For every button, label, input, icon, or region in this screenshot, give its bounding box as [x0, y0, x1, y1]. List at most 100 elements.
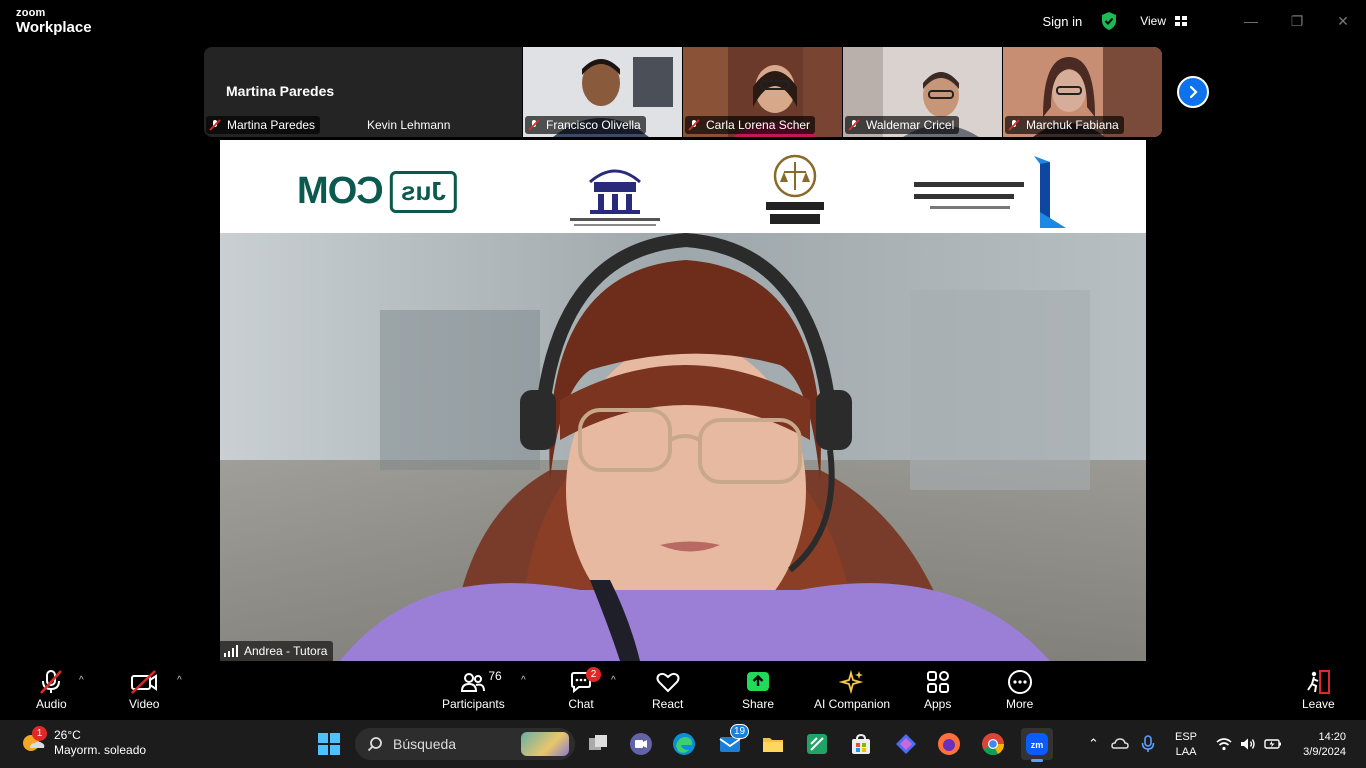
participant-tile-video[interactable]: Francisco Olivella [523, 47, 682, 137]
juscom-logo-com-text: COM [298, 170, 384, 212]
close-window-button[interactable]: ✕ [1320, 0, 1366, 42]
taskbar-app-mail[interactable]: 19 [714, 724, 750, 760]
temperature: 26°C [54, 728, 81, 742]
muted-mic-icon [209, 119, 221, 131]
taskbar-app-edge[interactable] [668, 728, 700, 760]
task-view-button[interactable] [582, 728, 614, 760]
meeting-toolbar: Audio ^ Video ^ 76 Participants ^ 2 Chat… [0, 661, 1366, 720]
input-language-indicator[interactable]: ESP LAA [1175, 730, 1197, 760]
taskbar-app-file-explorer[interactable] [757, 728, 789, 760]
clock-time: 14:20 [1318, 731, 1346, 743]
react-label: React [652, 697, 684, 711]
react-button[interactable]: React [652, 667, 683, 711]
muted-mic-icon [848, 119, 860, 131]
start-button[interactable] [313, 728, 345, 760]
gallery-grid-icon[interactable] [1174, 15, 1188, 27]
participant-tile-video[interactable]: Waldemar Cricel [843, 47, 1002, 137]
weather-widget[interactable]: 1 26°C Mayorm. soleado [20, 726, 147, 758]
windows-logo-icon [318, 733, 340, 755]
restore-button[interactable]: ❐ [1274, 0, 1320, 42]
chat-button[interactable]: 2 Chat [568, 667, 601, 711]
chat-options-chevron-icon[interactable]: ^ [611, 675, 616, 686]
zoom-workplace-logo: zoom Workplace [16, 8, 92, 36]
participant-name: Carla Lorena Scher [706, 118, 811, 132]
audio-label: Audio [36, 697, 67, 711]
more-label: More [1006, 697, 1034, 711]
share-button[interactable]: Share [742, 667, 774, 711]
store-bag-icon [852, 733, 870, 754]
microphone-icon[interactable] [1141, 735, 1155, 753]
taskbar-search-box[interactable]: Búsqueda [355, 728, 575, 760]
language-code: ESP [1175, 731, 1198, 743]
edge-browser-icon [673, 733, 695, 755]
next-page-arrow-button[interactable] [1177, 76, 1209, 108]
network-volume-battery[interactable] [1216, 720, 1282, 768]
chat-label: Chat [568, 697, 594, 711]
participant-name-tag: Carla Lorena Scher [685, 116, 816, 134]
participant-tile-video[interactable]: Carla Lorena Scher [683, 47, 842, 137]
sponsor-banner: COM Jus [220, 140, 1146, 233]
taskbar-app-meet[interactable] [625, 728, 657, 760]
shield-check-icon[interactable] [1100, 11, 1118, 31]
sign-in-button[interactable]: Sign in [1042, 14, 1082, 29]
chat-unread-badge: 2 [586, 667, 601, 682]
svg-text:zm: zm [1031, 740, 1044, 750]
windows-taskbar: 1 26°C Mayorm. soleado Búsqueda 19 zm ⌃ … [0, 720, 1366, 768]
spreadsheet-app-icon [807, 734, 827, 754]
logo-workplace-text: Workplace [16, 19, 92, 36]
wifi-icon [1216, 738, 1232, 751]
muted-mic-icon [40, 670, 63, 694]
minimize-button[interactable]: — [1228, 0, 1274, 42]
video-options-chevron-icon[interactable]: ^ [177, 675, 182, 686]
apps-button[interactable]: Apps [924, 667, 951, 711]
juscom-logo: COM Jus [298, 170, 457, 213]
system-clock[interactable]: 14:20 3/9/2024 [1296, 730, 1346, 760]
ai-companion-label: AI Companion [814, 697, 891, 711]
participant-name: Francisco Olivella [546, 118, 641, 132]
taskbar-app-store[interactable] [845, 728, 877, 760]
participants-label: Participants [442, 697, 505, 711]
participants-button[interactable]: 76 Participants [442, 667, 505, 711]
participant-tile-video[interactable]: Marchuk Fabiana [1003, 47, 1162, 137]
taskbar-app-copilot[interactable] [890, 728, 922, 760]
participant-name-tag: Kevin Lehmann [364, 116, 455, 134]
more-button[interactable]: More [1006, 667, 1033, 711]
participant-name: Martina Paredes [227, 118, 316, 132]
speaker-name-tag: Andrea - Tutora [220, 641, 334, 661]
audio-options-chevron-icon[interactable]: ^ [79, 675, 84, 686]
participant-name-tag: Marchuk Fabiana [1005, 116, 1124, 134]
keyboard-layout: LAA [1175, 746, 1197, 758]
battery-charging-icon [1264, 739, 1281, 749]
main-speaker-video[interactable]: COM Jus Andrea - Tutora [220, 140, 1146, 661]
participant-tile-name-only[interactable]: Martina Paredes Martina Paredes Kevin Le… [204, 47, 522, 137]
heart-icon [656, 672, 680, 693]
leave-label: Leave [1302, 697, 1335, 711]
copilot-icon [896, 734, 916, 754]
show-hidden-icons-chevron-icon[interactable]: ⌃ [1088, 736, 1099, 752]
participant-name-tag: Martina Paredes [206, 116, 321, 134]
ai-companion-button[interactable]: AI Companion [814, 667, 890, 711]
folder-icon [763, 738, 783, 752]
video-button[interactable]: Video [129, 667, 159, 711]
audio-button[interactable]: Audio [36, 667, 67, 711]
mail-unread-badge: 19 [730, 724, 750, 739]
title-bar: zoom Workplace Sign in View — ❐ ✕ [0, 0, 1366, 42]
participants-count: 76 [488, 669, 502, 683]
view-button[interactable]: View [1140, 14, 1166, 28]
firefox-icon [938, 733, 960, 755]
taskbar-app-spreadsheet[interactable] [801, 728, 833, 760]
participant-name-tag: Francisco Olivella [525, 116, 646, 134]
taskbar-app-firefox[interactable] [933, 728, 965, 760]
taskbar-app-chrome[interactable] [977, 728, 1009, 760]
taskbar-app-zoom[interactable]: zm [1021, 728, 1053, 762]
centro-capacitacion-logo-icon [914, 156, 1066, 228]
search-icon [367, 737, 382, 752]
active-participant-name: Martina Paredes [226, 83, 335, 99]
chevron-right-icon [1189, 85, 1198, 99]
leave-button[interactable]: Leave [1302, 667, 1335, 711]
sparkle-icon [839, 669, 864, 695]
participants-options-chevron-icon[interactable]: ^ [521, 675, 526, 686]
onedrive-cloud-icon[interactable] [1111, 736, 1129, 752]
weather-description: Mayorm. soleado [54, 743, 147, 757]
system-tray: ⌃ [1088, 720, 1155, 768]
